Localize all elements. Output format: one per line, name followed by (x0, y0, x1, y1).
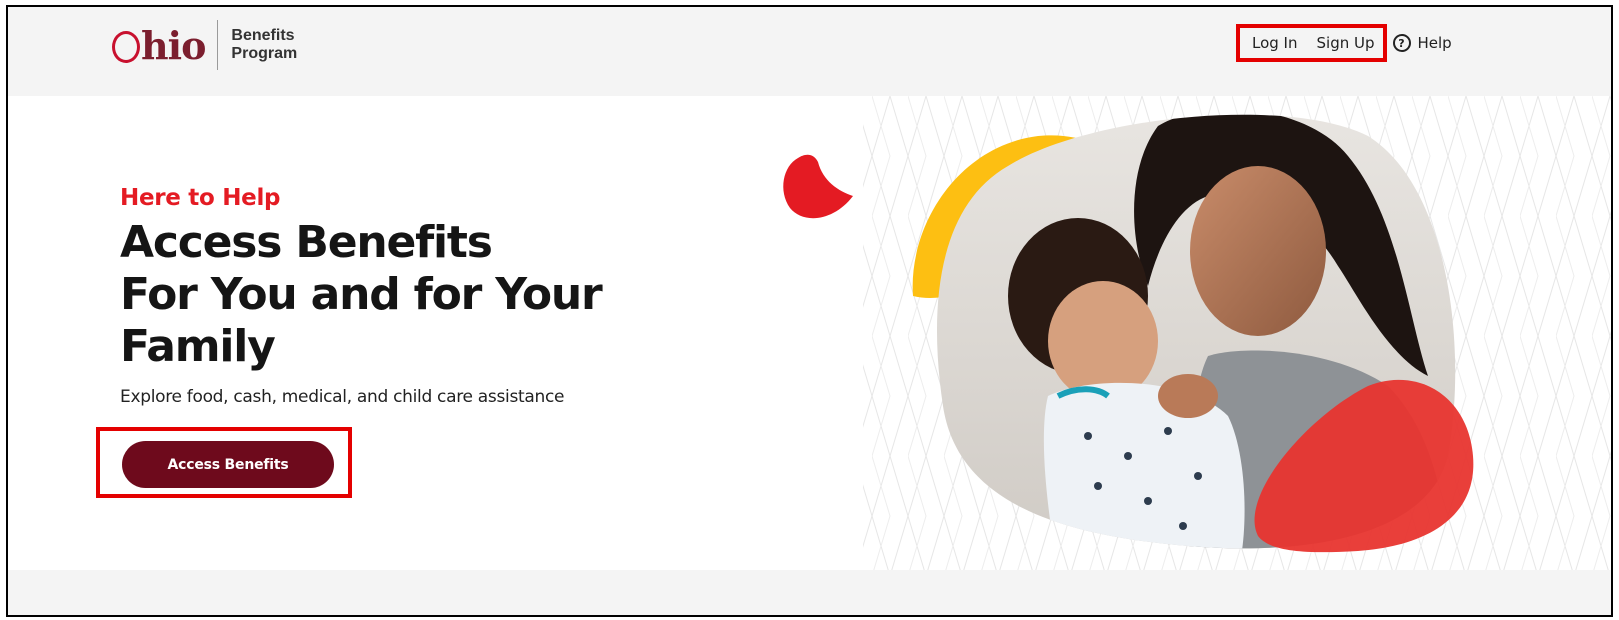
ohio-o-ring (112, 30, 140, 63)
logo-divider (217, 20, 219, 70)
hero-eyebrow: Here to Help (120, 185, 281, 211)
help-link[interactable]: ? Help (1392, 34, 1452, 52)
browser-viewport: hio Benefits Program Log In Sign Up ? He… (6, 5, 1613, 617)
hero-subtext: Explore food, cash, medical, and child c… (120, 387, 565, 407)
photo-mother-and-baby (936, 114, 1456, 549)
next-section-band (8, 570, 1611, 615)
header-nav: Log In Sign Up ? Help (1236, 24, 1452, 62)
hero-headline: Access Benefits For You and for Your Fam… (120, 217, 740, 373)
logo-program-name: Benefits Program (231, 27, 297, 63)
headline-line-3: Family (120, 321, 276, 372)
hero-section: Here to Help Access Benefits For You and… (120, 185, 740, 407)
headline-line-1: Access Benefits (120, 217, 493, 268)
yellow-half-circle-shape (912, 135, 1118, 298)
red-petal-shape (783, 154, 853, 219)
logo-line-program: Program (231, 45, 298, 62)
site-header: hio Benefits Program Log In Sign Up ? He… (8, 7, 1611, 96)
headline-line-2: For You and for Your (120, 269, 603, 320)
diamond-pattern-bg (863, 96, 1611, 570)
red-blob-shape (1254, 379, 1474, 553)
cta-highlight: Access Benefits (96, 427, 352, 498)
help-label: Help (1417, 34, 1452, 52)
signup-link[interactable]: Sign Up (1317, 34, 1375, 52)
logo-line-benefits: Benefits (231, 27, 295, 44)
help-question-icon: ? (1392, 34, 1411, 52)
login-link[interactable]: Log In (1252, 34, 1298, 52)
auth-links-highlight: Log In Sign Up (1236, 24, 1387, 62)
ohio-benefits-logo[interactable]: hio Benefits Program (112, 19, 297, 71)
access-benefits-button[interactable]: Access Benefits (122, 441, 334, 488)
ohio-wordmark: hio (112, 23, 206, 68)
